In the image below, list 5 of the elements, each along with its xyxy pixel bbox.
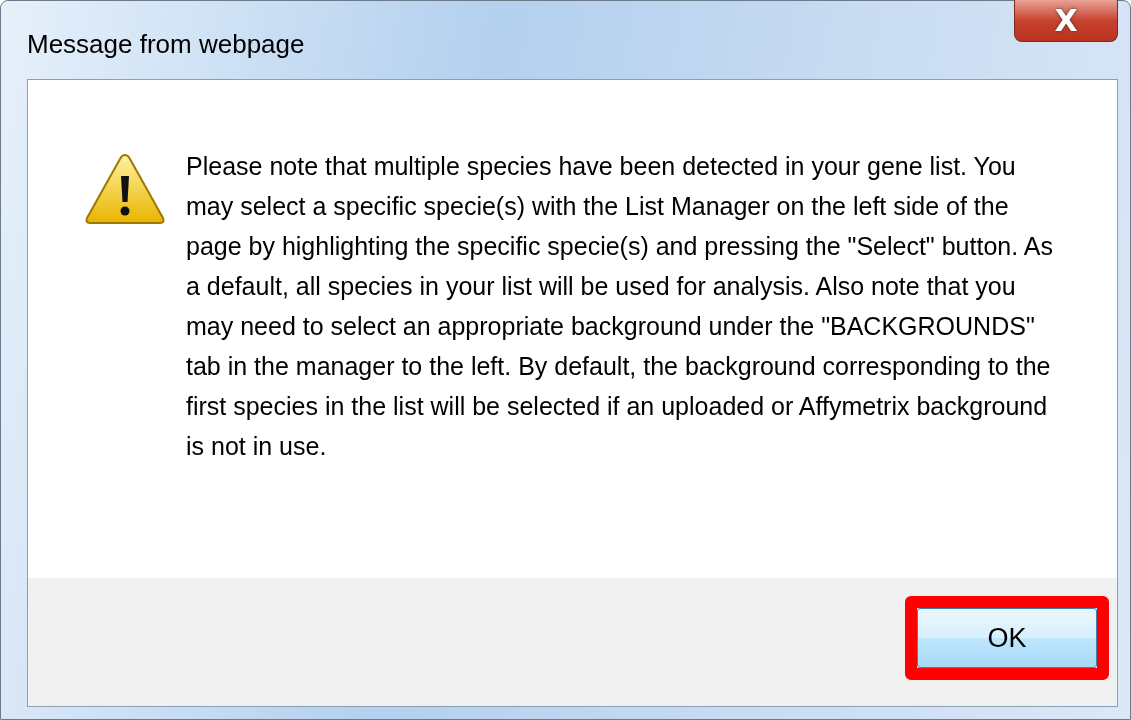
message-text: Please note that multiple species have been detected in your gene list. You may select a specific specie(s) with the List Manager on the left side of the page by highlighting the specific specie(s) and pressing the "Select" button. As a default, all species in your list will be used for analysis. Also note that you may need to select an appropriate background under the "BACKGROUNDS" tab in the manager to the left. By default, the background corresponding to the first species in the list will be selected if an uploaded or Affymetrix background is not in use. [186, 151, 1054, 462]
warning-icon [84, 152, 166, 226]
window-title: Message from webpage [27, 29, 305, 60]
close-button[interactable]: X [1014, 0, 1118, 42]
ok-button[interactable]: OK [917, 608, 1097, 668]
